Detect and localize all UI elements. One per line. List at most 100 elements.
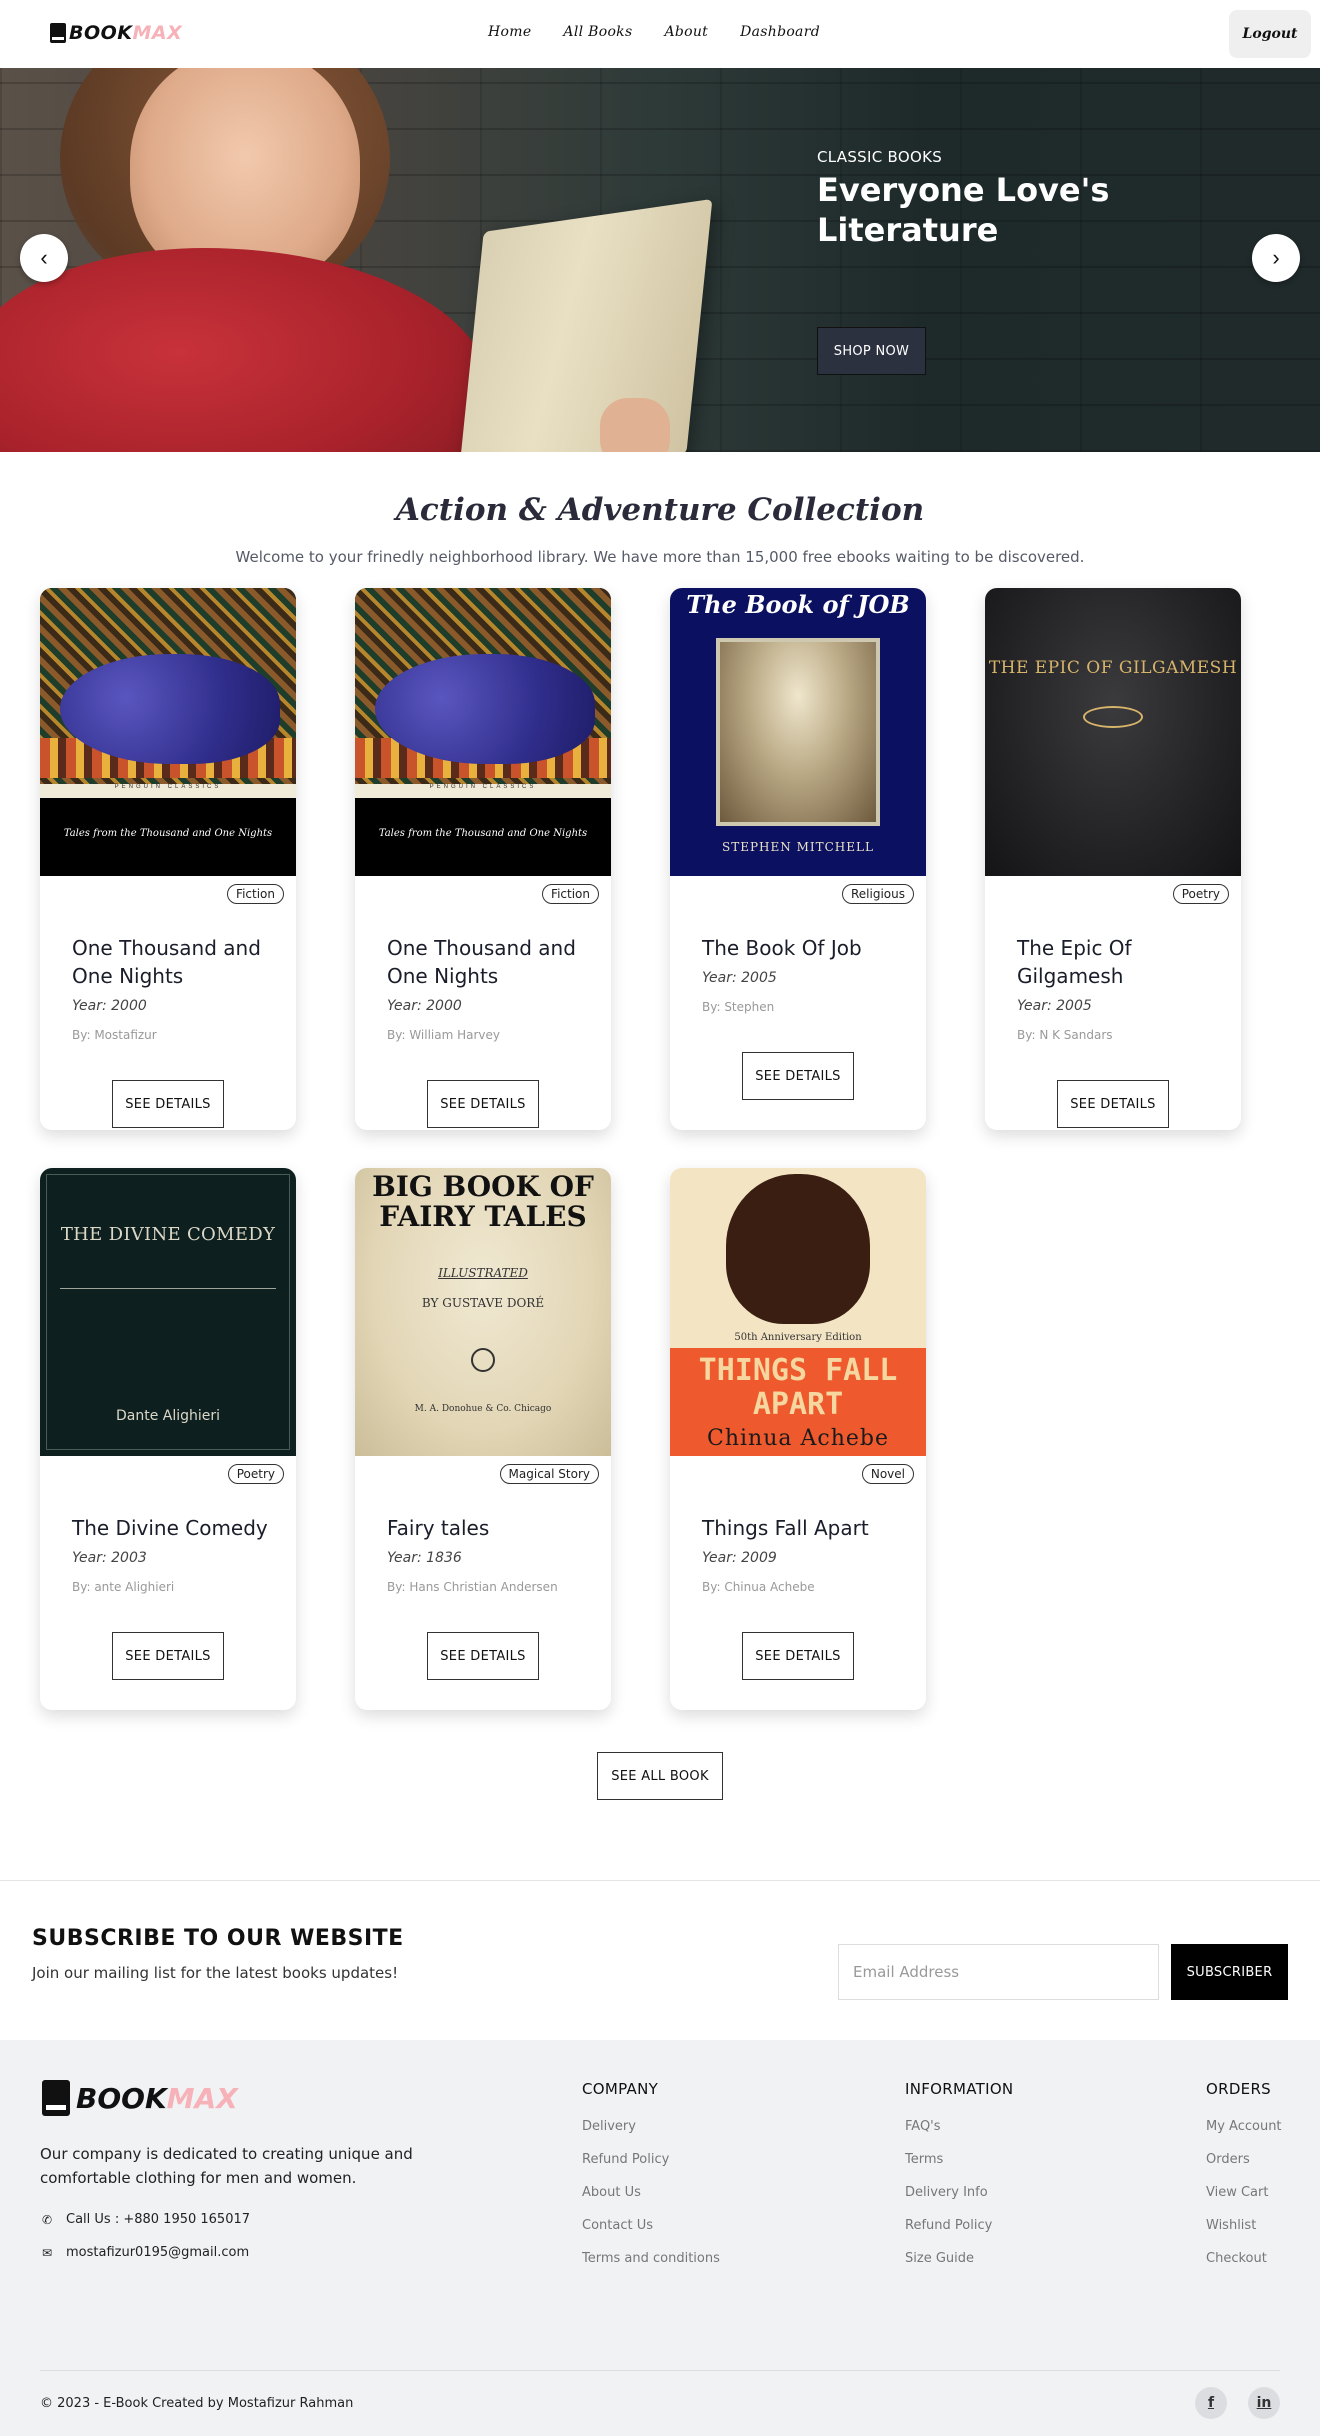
carousel-next-arrow-icon[interactable]: › [1252, 234, 1300, 282]
hero-title: Everyone Love's Literature [817, 171, 1110, 249]
nav-about[interactable]: About [664, 24, 708, 40]
footer-link[interactable]: FAQ's [905, 2110, 1013, 2143]
site-logo[interactable]: BOOK MAX [50, 22, 182, 44]
book-card: PENGUIN CLASSICS Tales from the Thousand… [355, 588, 611, 1130]
hero-carousel: CLASSIC BOOKS Everyone Love's Literature… [0, 68, 1320, 452]
book-year: Year: 2003 [72, 1550, 147, 1566]
cover-title: BIG BOOK OF FAIRY TALES [372, 1170, 594, 1233]
book-card: PENGUIN CLASSICS Tales from the Thousand… [40, 588, 296, 1130]
book-year: Year: 2005 [702, 970, 777, 986]
collection-title: Action & Adventure Collection [395, 492, 925, 528]
footer: BOOK MAX Our company is dedicated to cre… [0, 2040, 1320, 2436]
footer-column-title: INFORMATION [905, 2080, 1014, 2098]
logo-text-book: BOOK [76, 2081, 167, 2115]
book-author: By: ante Alighieri [72, 1580, 175, 1594]
category-badge: Religious [842, 884, 914, 904]
see-details-button[interactable]: SEE DETAILS [112, 1632, 224, 1680]
carousel-prev-arrow-icon[interactable]: ‹ [20, 234, 68, 282]
hero-image-hand [600, 398, 670, 452]
book-author: By: Hans Christian Andersen [387, 1580, 558, 1594]
book-year: Year: 2009 [702, 1550, 777, 1566]
see-details-button[interactable]: SEE DETAILS [427, 1080, 539, 1128]
book-title: One Thousand and One Nights [387, 936, 576, 988]
book-title: The Epic Of Gilgamesh [1017, 936, 1132, 988]
book-author: By: Chinua Achebe [702, 1580, 815, 1594]
book-cover[interactable]: 50th Anniversary Edition THINGS FALL APA… [670, 1168, 926, 1456]
cover-title: THE EPIC OF GILGAMESH [988, 658, 1238, 678]
book-cover[interactable]: BIG BOOK OF FAIRY TALES ILLUSTRATED BY G… [355, 1168, 611, 1456]
book-title: One Thousand and One Nights [72, 936, 261, 988]
book-cover[interactable]: PENGUIN CLASSICS Tales from the Thousand… [40, 588, 296, 876]
nav-all-books[interactable]: All Books [563, 24, 632, 40]
cover-title: The Book of JOB [686, 590, 910, 619]
see-all-books-button[interactable]: SEE ALL BOOK [597, 1752, 723, 1800]
footer-column-company: COMPANY Delivery Refund Policy About Us … [582, 2080, 720, 2275]
logout-button[interactable]: Logout [1229, 10, 1311, 58]
see-details-button[interactable]: SEE DETAILS [742, 1632, 854, 1680]
navbar: BOOK MAX Home All Books About Dashboard … [0, 0, 1320, 68]
footer-logo[interactable]: BOOK MAX [42, 2080, 238, 2116]
footer-link[interactable]: View Cart [1206, 2176, 1282, 2209]
footer-column-title: COMPANY [582, 2080, 659, 2098]
subscribe-button[interactable]: SUBSCRIBER [1171, 1944, 1288, 2000]
book-card: BIG BOOK OF FAIRY TALES ILLUSTRATED BY G… [355, 1168, 611, 1710]
book-year: Year: 1836 [387, 1550, 462, 1566]
facebook-icon[interactable]: f [1195, 2387, 1227, 2419]
book-title: The Book Of Job [702, 936, 862, 960]
cover-author: STEPHEN MITCHELL [722, 840, 874, 854]
hero-subtitle: CLASSIC BOOKS [817, 148, 943, 166]
footer-link[interactable]: Terms [905, 2143, 1013, 2176]
book-logo-icon [50, 23, 66, 43]
footer-divider [40, 2370, 1280, 2371]
footer-link[interactable]: About Us [582, 2176, 720, 2209]
book-cover[interactable]: THE EPIC OF GILGAMESH [985, 588, 1241, 876]
footer-link[interactable]: Orders [1206, 2143, 1282, 2176]
footer-description: Our company is dedicated to creating uni… [40, 2145, 413, 2187]
category-badge: Poetry [1172, 884, 1229, 904]
book-cover[interactable]: The Book of JOB STEPHEN MITCHELL [670, 588, 926, 876]
shop-now-button[interactable]: SHOP NOW [817, 327, 926, 375]
footer-column-title: ORDERS [1206, 2080, 1272, 2098]
see-details-button[interactable]: SEE DETAILS [112, 1080, 224, 1128]
footer-link[interactable]: Delivery [582, 2110, 720, 2143]
book-title: The Divine Comedy [72, 1516, 268, 1540]
book-logo-icon [42, 2080, 70, 2116]
cover-title: THE DIVINE COMEDY [60, 1224, 276, 1245]
category-badge: Novel [861, 1464, 914, 1484]
book-author: By: William Harvey [387, 1028, 501, 1042]
footer-link[interactable]: Size Guide [905, 2242, 1013, 2275]
email-input[interactable] [838, 1944, 1159, 2000]
ornament-icon [1083, 706, 1143, 728]
footer-link[interactable]: Refund Policy [905, 2209, 1013, 2242]
see-details-button[interactable]: SEE DETAILS [427, 1632, 539, 1680]
nav-dashboard[interactable]: Dashboard [740, 24, 820, 40]
footer-link[interactable]: Refund Policy [582, 2143, 720, 2176]
logo-text-book: BOOK [69, 22, 133, 44]
section-divider [0, 1880, 1320, 1881]
cover-illustrator: BY GUSTAVE DORÉ [421, 1296, 545, 1310]
emblem-icon [471, 1348, 495, 1372]
cover-title: Tales from the Thousand and One Nights [378, 828, 588, 839]
footer-phone: ✆ Call Us : +880 1950 165017 [40, 2212, 250, 2227]
nav-home[interactable]: Home [488, 24, 531, 40]
book-year: Year: 2005 [1017, 998, 1092, 1014]
linkedin-icon[interactable]: in [1248, 2387, 1280, 2419]
book-cover[interactable]: PENGUIN CLASSICS Tales from the Thousand… [355, 588, 611, 876]
footer-link[interactable]: My Account [1206, 2110, 1282, 2143]
see-details-button[interactable]: SEE DETAILS [1057, 1080, 1169, 1128]
cover-band: PENGUIN CLASSICS [40, 784, 296, 798]
cover-edition: 50th Anniversary Edition [734, 1332, 862, 1343]
mask-illustration [726, 1174, 870, 1324]
footer-column-information: INFORMATION FAQ's Terms Delivery Info Re… [905, 2080, 1013, 2275]
footer-link[interactable]: Checkout [1206, 2242, 1282, 2275]
cover-title: Tales from the Thousand and One Nights [63, 828, 273, 839]
footer-link[interactable]: Delivery Info [905, 2176, 1013, 2209]
main-nav: Home All Books About Dashboard [488, 24, 852, 40]
footer-link[interactable]: Wishlist [1206, 2209, 1282, 2242]
footer-link[interactable]: Contact Us [582, 2209, 720, 2242]
footer-email: ✉ mostafizur0195@gmail.com [40, 2245, 249, 2260]
book-cover[interactable]: THE DIVINE COMEDY Dante Alighieri [40, 1168, 296, 1456]
book-year: Year: 2000 [72, 998, 147, 1014]
see-details-button[interactable]: SEE DETAILS [742, 1052, 854, 1100]
footer-link[interactable]: Terms and conditions [582, 2242, 720, 2275]
